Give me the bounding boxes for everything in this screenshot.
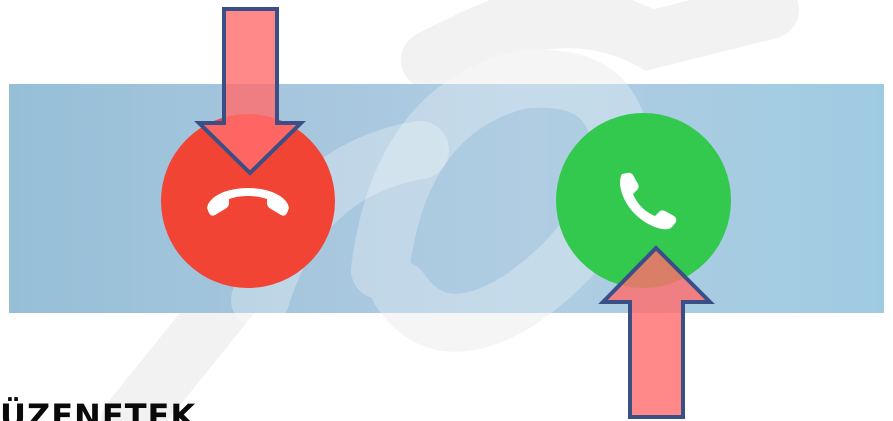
screenshot-stage: ÜZENETEK — [0, 0, 893, 421]
incoming-call-bar — [9, 84, 884, 313]
section-heading: ÜZENETEK — [0, 397, 197, 421]
decline-call-button[interactable] — [161, 114, 335, 288]
phone-icon — [620, 172, 677, 230]
phone-hangup-icon — [207, 188, 289, 216]
accept-call-button[interactable] — [556, 113, 731, 288]
